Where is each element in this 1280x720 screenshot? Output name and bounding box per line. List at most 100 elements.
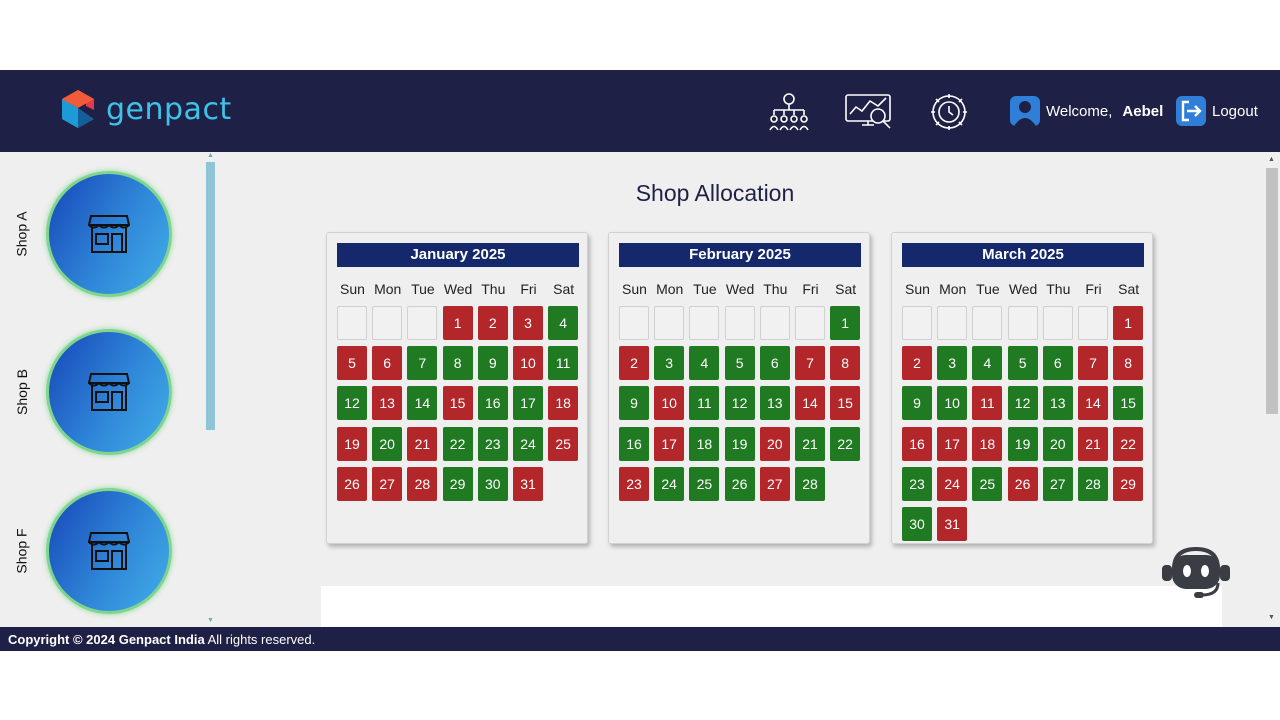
day-cell-available[interactable]: 3 <box>937 346 968 381</box>
day-cell-available[interactable]: 30 <box>477 466 508 501</box>
day-cell-available[interactable]: 18 <box>689 426 720 461</box>
sidebar-scroll-up-icon[interactable]: ▲ <box>207 152 214 159</box>
day-cell-unavailable[interactable]: 10 <box>513 346 543 381</box>
day-cell-available[interactable]: 25 <box>689 466 720 501</box>
day-cell-available[interactable]: 30 <box>902 507 932 541</box>
org-hierarchy-icon[interactable] <box>764 92 814 132</box>
shop-f-button[interactable] <box>46 488 172 614</box>
day-cell-unavailable[interactable]: 31 <box>513 466 543 501</box>
day-cell-available[interactable]: 29 <box>442 466 473 501</box>
day-cell-available[interactable]: 6 <box>759 346 790 381</box>
day-cell-available[interactable]: 14 <box>407 386 438 421</box>
day-cell-unavailable[interactable]: 2 <box>619 346 649 381</box>
day-cell-unavailable[interactable]: 17 <box>654 426 685 461</box>
shop-a-button[interactable] <box>46 171 172 297</box>
day-cell-unavailable[interactable]: 25 <box>548 426 579 461</box>
day-cell-available[interactable]: 11 <box>689 386 720 421</box>
day-cell-unavailable[interactable]: 26 <box>337 466 367 501</box>
day-cell-available[interactable]: 6 <box>1042 346 1073 381</box>
day-cell-unavailable[interactable]: 21 <box>407 426 438 461</box>
day-cell-available[interactable]: 4 <box>689 346 720 381</box>
day-cell-available[interactable]: 9 <box>477 346 508 381</box>
day-cell-unavailable[interactable]: 2 <box>477 306 508 340</box>
day-cell-available[interactable]: 20 <box>1042 426 1073 461</box>
sidebar-scrollbar-thumb[interactable] <box>206 162 215 430</box>
analytics-monitor-icon[interactable] <box>844 92 894 132</box>
day-cell-unavailable[interactable]: 27 <box>372 466 403 501</box>
day-cell-available[interactable]: 15 <box>1113 386 1144 421</box>
day-cell-available[interactable]: 20 <box>372 426 403 461</box>
shop-card-f[interactable]: Shop F <box>0 486 200 616</box>
day-cell-unavailable[interactable]: 18 <box>548 386 579 421</box>
day-cell-available[interactable]: 23 <box>477 426 508 461</box>
day-cell-available[interactable]: 1 <box>830 306 861 340</box>
day-cell-available[interactable]: 17 <box>513 386 543 421</box>
day-cell-available[interactable]: 23 <box>902 466 932 501</box>
page-scroll-up-icon[interactable]: ▲ <box>1268 156 1275 163</box>
chatbot-icon[interactable] <box>1160 543 1232 599</box>
day-cell-unavailable[interactable]: 31 <box>937 507 968 541</box>
day-cell-unavailable[interactable]: 2 <box>902 346 932 381</box>
day-cell-available[interactable]: 12 <box>337 386 367 421</box>
day-cell-available[interactable]: 22 <box>830 426 861 461</box>
day-cell-available[interactable]: 9 <box>619 386 649 421</box>
day-cell-unavailable[interactable]: 15 <box>442 386 473 421</box>
day-cell-available[interactable]: 9 <box>902 386 932 421</box>
day-cell-unavailable[interactable]: 26 <box>1007 466 1038 501</box>
day-cell-available[interactable]: 7 <box>407 346 438 381</box>
day-cell-unavailable[interactable]: 14 <box>795 386 825 421</box>
day-cell-available[interactable]: 5 <box>1007 346 1038 381</box>
day-cell-unavailable[interactable]: 22 <box>1113 426 1144 461</box>
day-cell-available[interactable]: 13 <box>759 386 790 421</box>
day-cell-unavailable[interactable]: 27 <box>759 466 790 501</box>
day-cell-unavailable[interactable]: 1 <box>442 306 473 340</box>
settings-gear-icon[interactable] <box>924 92 974 132</box>
day-cell-unavailable[interactable]: 28 <box>407 466 438 501</box>
day-cell-available[interactable]: 12 <box>724 386 755 421</box>
day-cell-available[interactable]: 4 <box>972 346 1003 381</box>
page-scrollbar-thumb[interactable] <box>1266 168 1278 414</box>
day-cell-available[interactable]: 16 <box>619 426 649 461</box>
day-cell-unavailable[interactable]: 11 <box>972 386 1003 421</box>
day-cell-available[interactable]: 13 <box>1042 386 1073 421</box>
day-cell-available[interactable]: 11 <box>548 346 579 381</box>
day-cell-unavailable[interactable]: 21 <box>1078 426 1108 461</box>
user-avatar-icon[interactable] <box>1010 96 1040 126</box>
day-cell-available[interactable]: 10 <box>937 386 968 421</box>
day-cell-available[interactable]: 16 <box>477 386 508 421</box>
day-cell-unavailable[interactable]: 6 <box>372 346 403 381</box>
day-cell-available[interactable]: 3 <box>654 346 685 381</box>
day-cell-available[interactable]: 28 <box>1078 466 1108 501</box>
shop-card-a[interactable]: Shop A <box>0 169 200 299</box>
day-cell-available[interactable]: 26 <box>724 466 755 501</box>
day-cell-available[interactable]: 24 <box>654 466 685 501</box>
day-cell-available[interactable]: 19 <box>1007 426 1038 461</box>
day-cell-available[interactable]: 22 <box>442 426 473 461</box>
day-cell-available[interactable]: 28 <box>795 466 825 501</box>
day-cell-unavailable[interactable]: 23 <box>619 466 649 501</box>
day-cell-unavailable[interactable]: 3 <box>513 306 543 340</box>
day-cell-unavailable[interactable]: 24 <box>937 466 968 501</box>
day-cell-unavailable[interactable]: 16 <box>902 426 932 461</box>
day-cell-available[interactable]: 27 <box>1042 466 1073 501</box>
day-cell-available[interactable]: 4 <box>548 306 579 340</box>
day-cell-available[interactable]: 24 <box>513 426 543 461</box>
genpact-logo[interactable]: genpact <box>60 88 232 130</box>
page-scroll-down-icon[interactable]: ▼ <box>1268 614 1275 621</box>
day-cell-available[interactable]: 21 <box>795 426 825 461</box>
day-cell-available[interactable]: 19 <box>724 426 755 461</box>
day-cell-unavailable[interactable]: 14 <box>1078 386 1108 421</box>
shop-b-button[interactable] <box>46 329 172 455</box>
day-cell-unavailable[interactable]: 8 <box>1113 346 1144 381</box>
day-cell-unavailable[interactable]: 20 <box>759 426 790 461</box>
day-cell-unavailable[interactable]: 5 <box>337 346 367 381</box>
day-cell-unavailable[interactable]: 17 <box>937 426 968 461</box>
shop-card-b[interactable]: Shop B <box>0 327 200 457</box>
day-cell-available[interactable]: 5 <box>724 346 755 381</box>
day-cell-unavailable[interactable]: 7 <box>1078 346 1108 381</box>
day-cell-unavailable[interactable]: 29 <box>1113 466 1144 501</box>
day-cell-unavailable[interactable]: 10 <box>654 386 685 421</box>
day-cell-available[interactable]: 12 <box>1007 386 1038 421</box>
day-cell-available[interactable]: 25 <box>972 466 1003 501</box>
day-cell-unavailable[interactable]: 13 <box>372 386 403 421</box>
